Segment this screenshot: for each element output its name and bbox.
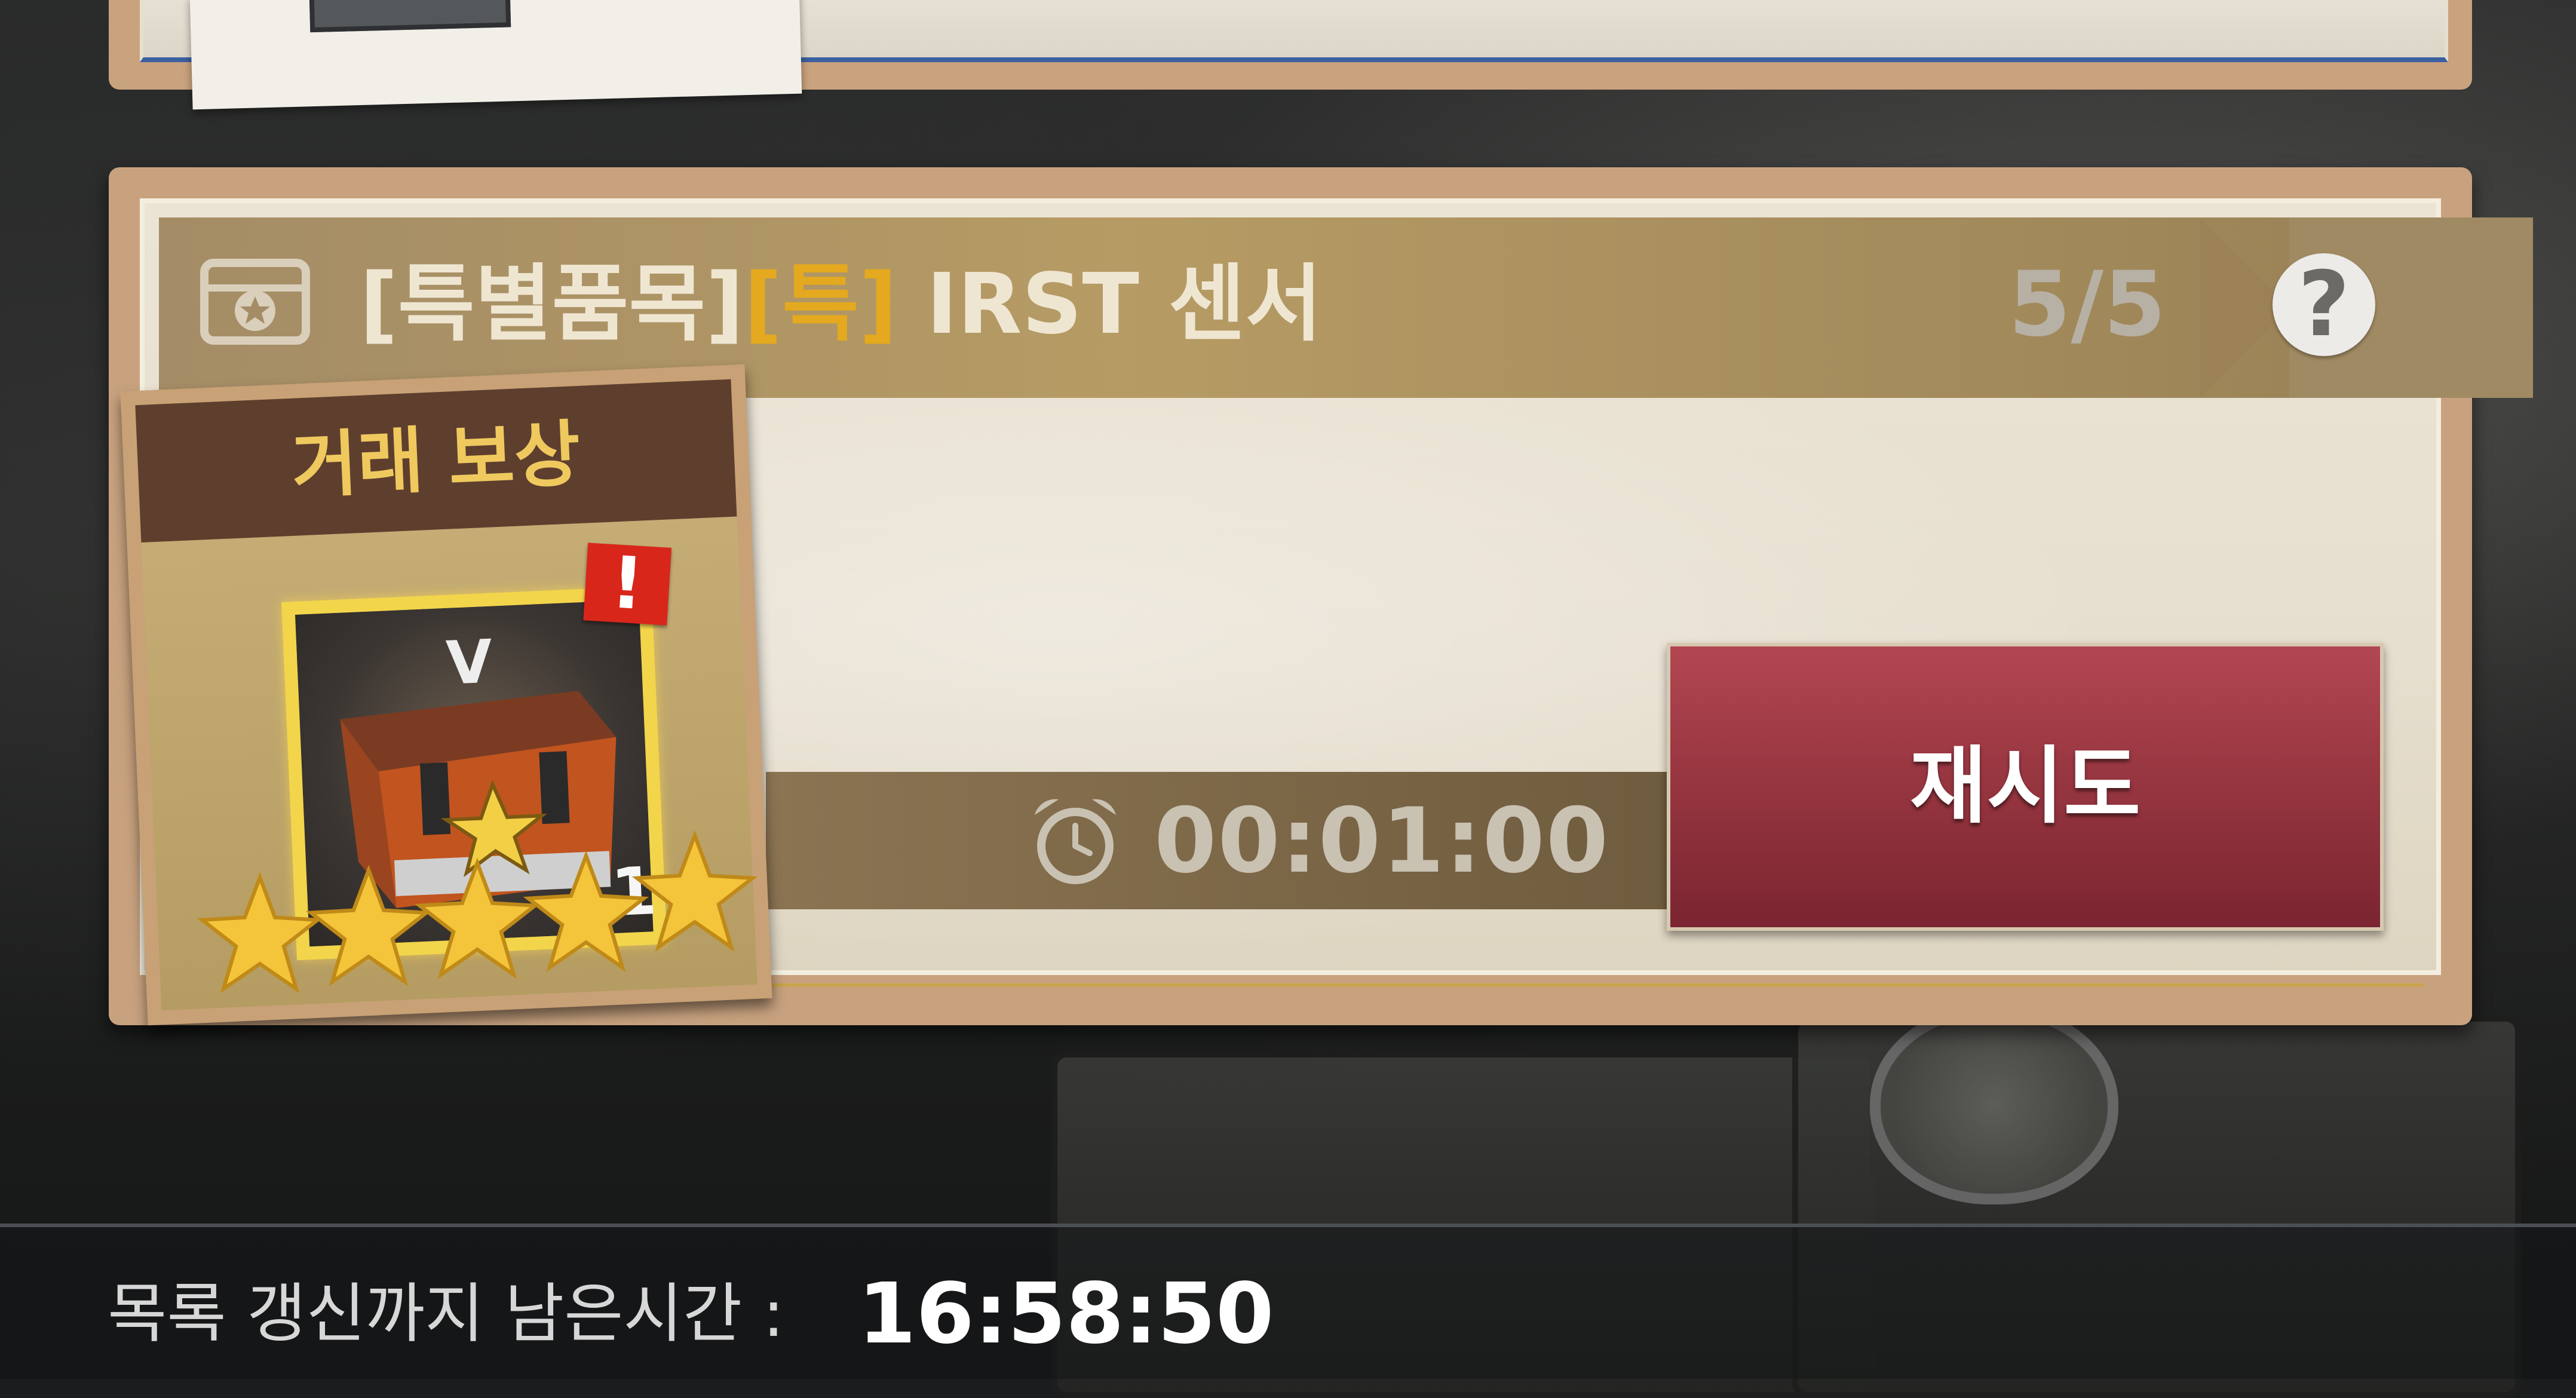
star-icon xyxy=(306,865,431,986)
previous-offer-reward-bar xyxy=(309,0,511,33)
retry-button-label: 재시도 xyxy=(1909,738,2141,835)
help-button[interactable]: ? xyxy=(2273,253,2375,356)
alert-badge: ! xyxy=(583,541,672,626)
alarm-clock-icon xyxy=(1035,799,1116,884)
refresh-countdown: 16:58:50 xyxy=(858,1265,1274,1363)
chest-star-icon xyxy=(200,259,310,345)
star-icon xyxy=(197,872,323,994)
star-icon xyxy=(523,851,649,972)
offer-title-grade: [특] xyxy=(744,256,897,353)
previous-offer-reward-tag xyxy=(189,0,802,110)
reward-grade: V xyxy=(444,626,494,698)
offer-title-prefix: [특별품목] xyxy=(360,256,744,353)
offer-count: 5/5 xyxy=(2008,253,2166,357)
retry-button[interactable]: 재시도 xyxy=(1667,643,2384,931)
star-icon xyxy=(632,830,758,952)
offer-title: [특별품목][특] IRST 센서 xyxy=(360,251,1322,358)
star-icon xyxy=(415,858,540,979)
refresh-label: 목록 갱신까지 남은시간 : xyxy=(108,1277,784,1351)
background-emblem xyxy=(1870,1004,2118,1204)
offer-timer: 00:01:00 xyxy=(1154,789,1610,893)
offer-title-name: IRST 센서 xyxy=(897,256,1323,353)
